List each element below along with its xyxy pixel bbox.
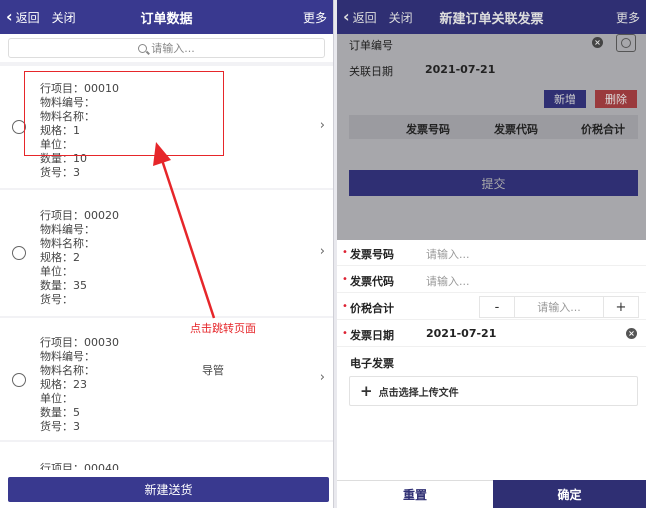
col-total: 价税合计 — [581, 123, 625, 136]
close-button[interactable]: 关闭 — [389, 9, 413, 26]
invoice-no-label: 发票号码 — [350, 248, 394, 261]
page-title: 新建订单关联发票 — [439, 11, 544, 27]
total-row: • 价税合计 - 请输入... + — [337, 294, 646, 320]
plus-button[interactable]: + — [604, 297, 638, 317]
required-mark: • — [342, 274, 348, 285]
annotation-arrow — [153, 142, 216, 319]
reset-button[interactable]: 重置 — [337, 480, 493, 508]
invoice-date-value[interactable]: 2021-07-21 — [426, 327, 496, 340]
back-label: 返回 — [352, 10, 377, 25]
action-bar: 重置 确定 — [337, 480, 646, 508]
total-label: 价税合计 — [350, 302, 394, 315]
clear-icon[interactable]: × — [626, 328, 637, 339]
chevron-left-icon: ‹ — [343, 7, 350, 26]
required-mark: • — [342, 301, 348, 312]
upload-file-button[interactable]: + 点击选择上传文件 — [349, 376, 638, 406]
delete-button[interactable]: 删除 — [595, 90, 637, 108]
top-nav-bar: ‹ 返回 关闭 新建订单关联发票 更多 — [337, 0, 646, 34]
invoice-code-input[interactable]: 请输入... — [426, 273, 470, 289]
annotation-text: 点击跳转页面 — [190, 322, 256, 335]
link-date-value[interactable]: 2021-07-21 — [425, 63, 495, 76]
invoice-code-row: • 发票代码 请输入... — [337, 267, 646, 293]
scan-icon[interactable] — [616, 34, 636, 52]
invoice-no-row: • 发票号码 请输入... — [337, 240, 646, 266]
new-invoice-screen: ‹ 返回 关闭 新建订单关联发票 更多 订单编号 × 关联日期 2021-07-… — [337, 0, 646, 508]
back-button[interactable]: ‹ 返回 — [343, 9, 377, 26]
order-no-label: 订单编号 — [349, 39, 393, 52]
invoice-table-header: 发票号码 发票代码 价税合计 — [349, 115, 638, 139]
e-invoice-label: 电子发票 — [350, 357, 394, 370]
required-mark: • — [342, 328, 348, 339]
col-invoice-no: 发票号码 — [406, 123, 450, 136]
confirm-button[interactable]: 确定 — [493, 480, 646, 508]
invoice-date-label: 发票日期 — [350, 329, 394, 342]
minus-button[interactable]: - — [480, 297, 514, 317]
invoice-code-label: 发票代码 — [350, 275, 394, 288]
required-mark: • — [342, 247, 348, 258]
add-button[interactable]: 新增 — [544, 90, 586, 108]
plus-icon: + — [360, 382, 373, 400]
total-input[interactable]: 请输入... — [514, 297, 604, 317]
dimmed-background: ‹ 返回 关闭 新建订单关联发票 更多 订单编号 × 关联日期 2021-07-… — [337, 0, 646, 240]
clear-icon[interactable]: × — [592, 37, 603, 48]
order-data-screen: ‹ 返回 关闭 订单数据 更多 请输入... 行项目：00010 物料编号： 物… — [0, 0, 334, 508]
link-date-label: 关联日期 — [349, 65, 393, 78]
submit-button[interactable]: 提交 — [349, 170, 638, 196]
more-button[interactable]: 更多 — [616, 9, 640, 26]
total-stepper: - 请输入... + — [479, 296, 639, 318]
upload-label: 点击选择上传文件 — [378, 387, 459, 399]
invoice-date-row: • 发票日期 2021-07-21 × — [337, 321, 646, 347]
col-invoice-code: 发票代码 — [494, 123, 538, 136]
invoice-no-input[interactable]: 请输入... — [426, 246, 470, 262]
